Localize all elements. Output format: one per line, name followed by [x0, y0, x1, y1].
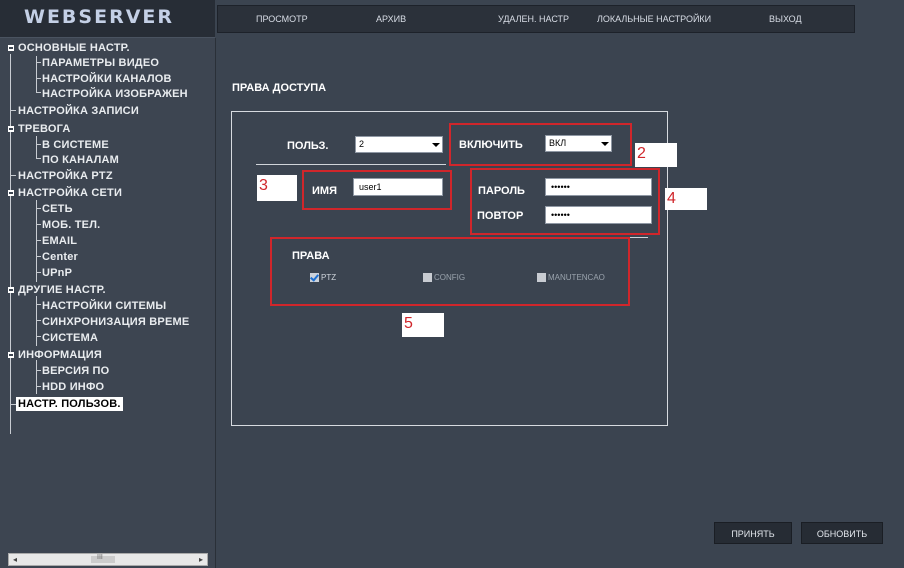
- user-select[interactable]: 2: [355, 136, 443, 153]
- sidebar-item-upnp[interactable]: UPnP: [42, 266, 72, 280]
- sidebar-item-center[interactable]: Center: [42, 250, 78, 264]
- collapse-icon[interactable]: [8, 190, 14, 196]
- sidebar-item-system-settings[interactable]: НАСТРОЙКИ СИТЕМЫ: [42, 299, 166, 313]
- collapse-icon[interactable]: [8, 126, 14, 132]
- sidebar-item-video-params[interactable]: ПАРАМЕТРЫ ВИДЕО: [42, 56, 159, 70]
- sidebar-item-in-system[interactable]: В СИСТЕМЕ: [42, 138, 109, 152]
- apply-button[interactable]: ПРИНЯТЬ: [714, 522, 792, 544]
- tree-line: [36, 360, 37, 394]
- name-input[interactable]: user1: [353, 178, 443, 196]
- sidebar-item-version[interactable]: ВЕРСИЯ ПО: [42, 364, 109, 378]
- scroll-thumb[interactable]: III: [91, 554, 115, 563]
- sidebar-item-by-channel[interactable]: ПО КАНАЛАМ: [42, 153, 119, 167]
- tree-line: [36, 200, 37, 282]
- nav-local-settings[interactable]: ЛОКАЛЬНЫЕ НАСТРОЙКИ: [597, 6, 711, 32]
- sidebar-scrollbar[interactable]: ◂ ▸ III: [8, 553, 208, 566]
- tree-line: [10, 54, 11, 434]
- sidebar-tree: ОСНОВНЫЕ НАСТР. ПАРАМЕТРЫ ВИДЕО НАСТРОЙК…: [0, 38, 216, 568]
- sidebar-item-users[interactable]: НАСТР. ПОЛЬЗОВ.: [16, 397, 123, 411]
- sidebar-item-basic[interactable]: ОСНОВНЫЕ НАСТР.: [18, 41, 130, 55]
- annotation-box-5: [270, 237, 630, 306]
- password-input[interactable]: ••••••: [545, 178, 652, 196]
- checkbox-icon: [537, 273, 546, 283]
- scroll-right-icon[interactable]: ▸: [195, 554, 207, 565]
- callout-4: 4: [665, 188, 707, 210]
- sidebar-item-net[interactable]: СЕТЬ: [42, 202, 73, 216]
- repeat-password-input[interactable]: ••••••: [545, 206, 652, 224]
- nav-remote-settings[interactable]: УДАЛЕН. НАСТР: [498, 6, 569, 32]
- user-rights-panel: ПОЛЬЗ. 2 ВКЛЮЧИТЬ ВКЛ 2 3 ИМЯ user1 ПАРО…: [231, 111, 707, 426]
- rights-label: ПРАВА: [292, 250, 330, 262]
- chevron-down-icon: [597, 136, 611, 151]
- callout-2: 2: [635, 143, 677, 167]
- name-label: ИМЯ: [312, 185, 337, 197]
- tree-line: [36, 136, 37, 158]
- sidebar-item-image-settings[interactable]: НАСТРОЙКА ИЗОБРАЖЕН: [42, 87, 188, 101]
- sidebar-item-system[interactable]: СИСТЕМА: [42, 331, 98, 345]
- password-label: ПАРОЛЬ: [478, 185, 525, 197]
- top-nav: ПРОСМОТР АРХИВ УДАЛЕН. НАСТР ЛОКАЛЬНЫЕ Н…: [217, 5, 855, 33]
- sidebar-item-info[interactable]: ИНФОРМАЦИЯ: [18, 348, 102, 362]
- rights-checkbox-config[interactable]: CONFIG: [423, 273, 465, 283]
- sidebar-item-hdd[interactable]: HDD ИНФО: [42, 380, 104, 394]
- nav-view[interactable]: ПРОСМОТР: [256, 6, 308, 32]
- checkbox-icon: [423, 273, 432, 283]
- refresh-button[interactable]: ОБНОВИТЬ: [801, 522, 883, 544]
- nav-exit[interactable]: ВЫХОД: [769, 6, 802, 32]
- logo: WEBSERVER: [24, 6, 175, 28]
- callout-5: 5: [402, 313, 444, 337]
- rights-checkbox-manutencao[interactable]: MANUTENCAO: [537, 273, 605, 283]
- checkbox-icon: [310, 273, 319, 283]
- sidebar-item-network[interactable]: НАСТРОЙКА СЕТИ: [18, 186, 122, 200]
- user-label: ПОЛЬЗ.: [287, 140, 329, 152]
- nav-archive[interactable]: АРХИВ: [376, 6, 406, 32]
- divider: [256, 164, 446, 165]
- sidebar-item-ptz[interactable]: НАСТРОЙКА PTZ: [18, 169, 113, 183]
- chevron-down-icon: [428, 137, 442, 152]
- collapse-icon[interactable]: [8, 287, 14, 293]
- rights-checkbox-ptz[interactable]: PTZ: [310, 273, 336, 283]
- sidebar-item-other[interactable]: ДРУГИЕ НАСТР.: [18, 283, 106, 297]
- sidebar-item-alarm[interactable]: ТРЕВОГА: [18, 122, 71, 136]
- sidebar-item-mobile[interactable]: МОБ. ТЕЛ.: [42, 218, 100, 232]
- callout-3: 3: [257, 175, 297, 201]
- sidebar-item-record[interactable]: НАСТРОЙКА ЗАПИСИ: [18, 104, 139, 118]
- page-title: ПРАВА ДОСТУПА: [232, 82, 327, 94]
- repeat-label: ПОВТОР: [477, 210, 524, 222]
- collapse-icon[interactable]: [8, 352, 14, 358]
- sidebar-item-time-sync[interactable]: СИНХРОНИЗАЦИЯ ВРЕМЕ: [42, 315, 189, 329]
- sidebar-item-email[interactable]: EMAIL: [42, 234, 77, 248]
- logo-bar: WEBSERVER: [0, 0, 215, 38]
- enable-select[interactable]: ВКЛ: [545, 135, 612, 152]
- scroll-left-icon[interactable]: ◂: [9, 554, 21, 565]
- enable-label: ВКЛЮЧИТЬ: [459, 139, 523, 151]
- collapse-icon[interactable]: [8, 45, 14, 51]
- sidebar-item-channel-settings[interactable]: НАСТРОЙКИ КАНАЛОВ: [42, 72, 172, 86]
